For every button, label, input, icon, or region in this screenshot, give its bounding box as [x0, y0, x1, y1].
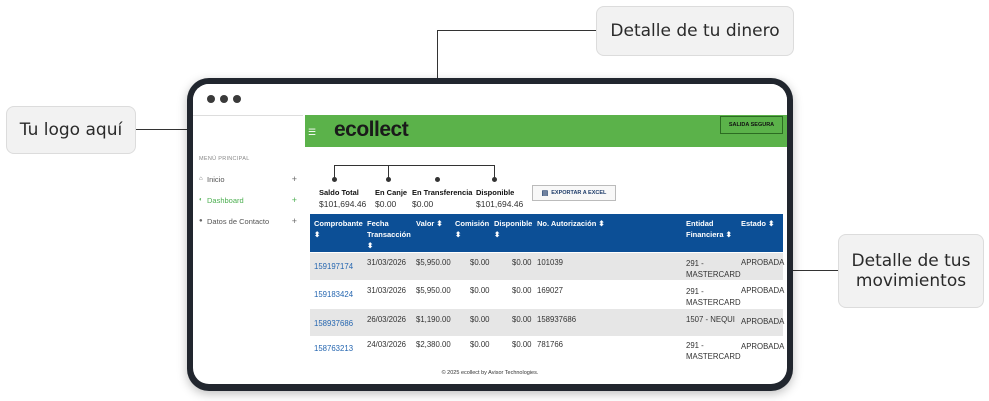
- cell-estado: APROBADA: [741, 258, 785, 267]
- stats-tree-bar: [334, 165, 495, 166]
- callout-movements: Detalle de tus movimientos: [838, 234, 984, 308]
- excel-icon: ▤: [541, 190, 549, 197]
- th-autorizacion[interactable]: No. Autorización ⬍: [537, 218, 657, 229]
- cell-entidad: 291 - MASTERCARD: [686, 259, 741, 279]
- stat-disponible: Disponible $101,694.46: [476, 188, 523, 209]
- cell-disponible: $0.00: [512, 315, 532, 324]
- cell-fecha: 26/03/2026: [367, 315, 407, 324]
- stats-tree-dot: [386, 177, 391, 182]
- app-screen: MENÚ PRINCIPAL ⌂ Inicio + ◐ Dashboard + …: [193, 84, 787, 384]
- cell-valor: $2,380.00: [416, 340, 451, 349]
- cell-entidad: 291 - MASTERCARD: [686, 287, 741, 307]
- th-comision[interactable]: Comisión ⬍: [455, 218, 493, 240]
- cell-valor: $5,950.00: [416, 286, 451, 295]
- cell-disponible: $0.00: [512, 286, 532, 295]
- cell-comision: $0.00: [470, 315, 490, 324]
- callout-money: Detalle de tu dinero: [596, 6, 794, 56]
- stat-label: En Transferencia: [412, 188, 473, 197]
- stats-tree-dot: [435, 177, 440, 182]
- callout-logo: Tu logo aquí: [6, 106, 136, 154]
- export-excel-button[interactable]: ▤ EXPORTAR A EXCEL: [532, 185, 616, 201]
- sidebar-item-label: Datos de Contacto: [207, 216, 270, 226]
- window-topbar: [193, 84, 787, 112]
- stat-saldo-total: Saldo Total $101,694.46: [319, 188, 366, 209]
- window-dot: [220, 95, 228, 103]
- dashboard-icon: ◐: [199, 197, 203, 203]
- sidebar-item-label: Dashboard: [207, 195, 244, 205]
- voucher-link[interactable]: 159183424: [314, 290, 353, 299]
- cell-fecha: 24/03/2026: [367, 340, 407, 349]
- window-dot: [207, 95, 215, 103]
- sidebar-item-contacto[interactable]: ● Datos de Contacto +: [199, 214, 299, 228]
- table-row: 159197174 31/03/2026 $5,950.00 $0.00 $0.…: [310, 253, 785, 280]
- connector-money-h: [437, 30, 596, 31]
- th-valor[interactable]: Valor ⬍: [416, 218, 452, 229]
- stats-tree-dot: [332, 177, 337, 182]
- menu-title: MENÚ PRINCIPAL: [199, 156, 250, 162]
- sidebar-item-inicio[interactable]: ⌂ Inicio +: [199, 172, 299, 186]
- voucher-link[interactable]: 159197174: [314, 262, 353, 271]
- cell-autorizacion: 781766: [537, 340, 564, 349]
- cell-disponible: $0.00: [512, 258, 532, 267]
- expand-icon[interactable]: +: [292, 174, 297, 184]
- stat-en-transferencia: En Transferencia $0.00: [412, 188, 472, 209]
- brand-logo: ecollect: [334, 118, 409, 141]
- logout-button[interactable]: SALIDA SEGURA: [720, 116, 783, 134]
- table-row: 158937686 26/03/2026 $1,190.00 $0.00 $0.…: [310, 309, 785, 336]
- th-estado[interactable]: Estado ⬍: [741, 218, 781, 229]
- th-disponible[interactable]: Disponible ⬍: [494, 218, 536, 240]
- expand-icon[interactable]: +: [292, 195, 297, 205]
- cell-autorizacion: 101039: [537, 258, 564, 267]
- stat-value: $101,694.46: [319, 199, 367, 209]
- th-fecha[interactable]: Fecha Transacción ⬍: [367, 218, 411, 251]
- table-row: 159183424 31/03/2026 $5,950.00 $0.00 $0.…: [310, 281, 785, 308]
- stat-value: $101,694.46: [476, 199, 524, 209]
- cell-valor: $1,190.00: [416, 315, 451, 324]
- home-icon: ⌂: [199, 176, 203, 182]
- user-icon: ●: [199, 218, 203, 224]
- stat-en-canje: En Canje $0.00: [375, 188, 407, 209]
- cell-autorizacion: 169027: [537, 286, 564, 295]
- stat-label: Saldo Total: [319, 188, 359, 197]
- th-entidad[interactable]: Entidad Financiera ⬍: [686, 218, 738, 240]
- stat-label: En Canje: [375, 188, 408, 197]
- app-header: ☰ ecollect SALIDA SEGURA: [305, 115, 787, 147]
- cell-comision: $0.00: [470, 258, 490, 267]
- cell-estado: APROBADA: [741, 286, 785, 295]
- menu-icon[interactable]: ☰: [308, 127, 316, 138]
- th-comprobante[interactable]: Comprobante ⬍: [314, 218, 364, 240]
- cell-entidad: 291 - MASTERCARD: [686, 341, 741, 361]
- sidebar-item-label: Inicio: [207, 174, 225, 184]
- cell-comision: $0.00: [470, 340, 490, 349]
- callout-movements-text: Detalle de tus movimientos: [851, 251, 971, 291]
- cell-disponible: $0.00: [512, 340, 532, 349]
- expand-icon[interactable]: +: [292, 216, 297, 226]
- cell-estado: APROBADA: [741, 342, 785, 351]
- callout-logo-text: Tu logo aquí: [19, 120, 123, 140]
- footer-text: © 2025 ecollect by Avisor Technologies.: [441, 370, 539, 376]
- cell-fecha: 31/03/2026: [367, 258, 407, 267]
- callout-money-text: Detalle de tu dinero: [610, 21, 780, 41]
- export-label: EXPORTAR A EXCEL: [551, 190, 607, 196]
- cell-entidad: 1507 - NEQUI: [686, 315, 735, 324]
- cell-autorizacion: 158937686: [537, 315, 577, 324]
- window-dot: [233, 95, 241, 103]
- sidebar-item-dashboard[interactable]: ◐ Dashboard +: [199, 193, 299, 207]
- stat-label: Disponible: [476, 188, 515, 197]
- sidebar: MENÚ PRINCIPAL ⌂ Inicio + ◐ Dashboard + …: [193, 115, 303, 361]
- cell-valor: $5,950.00: [416, 258, 451, 267]
- voucher-link[interactable]: 158763213: [314, 344, 353, 353]
- stat-value: $0.00: [412, 199, 434, 209]
- cell-estado: APROBADA: [741, 317, 785, 326]
- stat-value: $0.00: [375, 199, 397, 209]
- voucher-link[interactable]: 158937686: [314, 319, 353, 328]
- cell-comision: $0.00: [470, 286, 490, 295]
- table-row: 158763213 24/03/2026 $2,380.00 $0.00 $0.…: [310, 336, 785, 363]
- table-header: Comprobante ⬍ Fecha Transacción ⬍ Valor …: [310, 214, 783, 252]
- cell-fecha: 31/03/2026: [367, 286, 407, 295]
- stats-tree-dot: [492, 177, 497, 182]
